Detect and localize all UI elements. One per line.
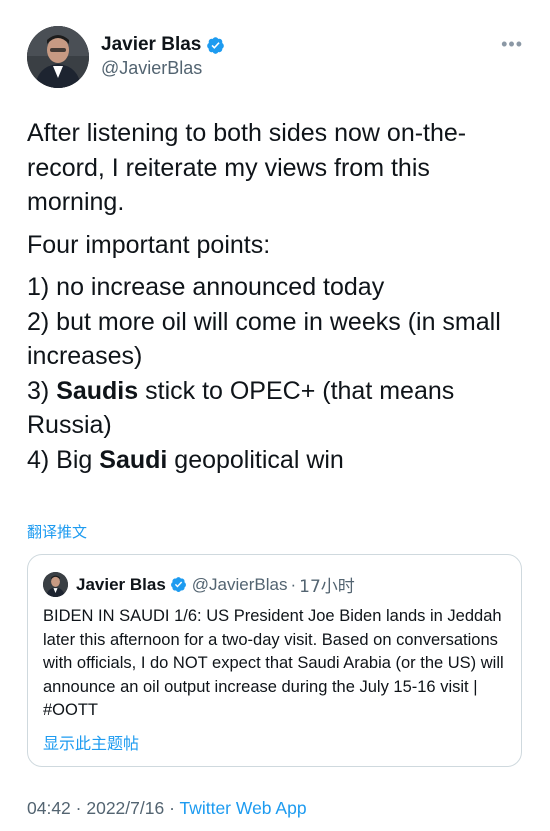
verified-badge-icon bbox=[170, 577, 186, 592]
meta-separator: · bbox=[164, 798, 180, 818]
quoted-author-name: Javier Blas bbox=[76, 574, 166, 594]
point-bold: Saudi bbox=[99, 445, 168, 474]
quoted-tweet-header: Javier Blas @JavierBlas · 17小时 bbox=[43, 572, 355, 597]
tweet-header: Javier Blas @JavierBlas ••• bbox=[27, 26, 527, 88]
tweet-text: After listening to both sides now on-the… bbox=[27, 116, 517, 477]
verified-badge-icon bbox=[207, 36, 225, 54]
more-options-icon[interactable]: ••• bbox=[501, 34, 523, 55]
tweet-point-3: 3) Saudis stick to OPEC+ (that means Rus… bbox=[27, 374, 517, 443]
tweet-point-2: 2) but more oil will come in weeks (in s… bbox=[27, 307, 501, 371]
tweet-meta: 04:42 · 2022/7/16 · Twitter Web App bbox=[27, 798, 307, 819]
point-prefix: 3) bbox=[27, 376, 57, 405]
author-handle[interactable]: @JavierBlas bbox=[101, 58, 202, 79]
translate-tweet-link[interactable]: 翻译推文 bbox=[27, 521, 87, 542]
author-avatar[interactable] bbox=[27, 26, 89, 88]
quoted-author-handle: @JavierBlas bbox=[191, 574, 288, 594]
avatar-photo-icon bbox=[27, 26, 89, 88]
tweet-date[interactable]: 2022/7/16 bbox=[86, 798, 164, 818]
point-bold: Saudis bbox=[56, 376, 139, 405]
quoted-tweet-card[interactable]: Javier Blas @JavierBlas · 17小时 BIDEN IN … bbox=[27, 554, 522, 767]
tweet-time[interactable]: 04:42 bbox=[27, 798, 71, 818]
meta-separator: · bbox=[70, 798, 87, 818]
tweet-point-1: 1) no increase announced today bbox=[27, 273, 385, 301]
quoted-tweet-text: BIDEN IN SAUDI 1/6: US President Joe Bid… bbox=[43, 607, 504, 719]
tweet-point-4: 4) Big Saudi geopolitical win bbox=[27, 443, 517, 478]
quoted-timestamp: 17小时 bbox=[299, 577, 355, 597]
avatar-photo-icon bbox=[43, 572, 68, 597]
point-suffix: geopolitical win bbox=[167, 445, 344, 474]
author-name[interactable]: Javier Blas bbox=[101, 34, 201, 56]
tweet-paragraph: After listening to both sides now on-the… bbox=[27, 119, 467, 216]
show-thread-link[interactable]: 显示此主题帖 bbox=[43, 730, 139, 754]
point-prefix: 4) Big bbox=[27, 445, 100, 474]
quoted-author-avatar bbox=[43, 572, 68, 597]
tweet-source-link[interactable]: Twitter Web App bbox=[179, 798, 306, 818]
tweet-paragraph: Four important points: bbox=[27, 230, 271, 259]
separator-dot: · bbox=[290, 574, 297, 594]
